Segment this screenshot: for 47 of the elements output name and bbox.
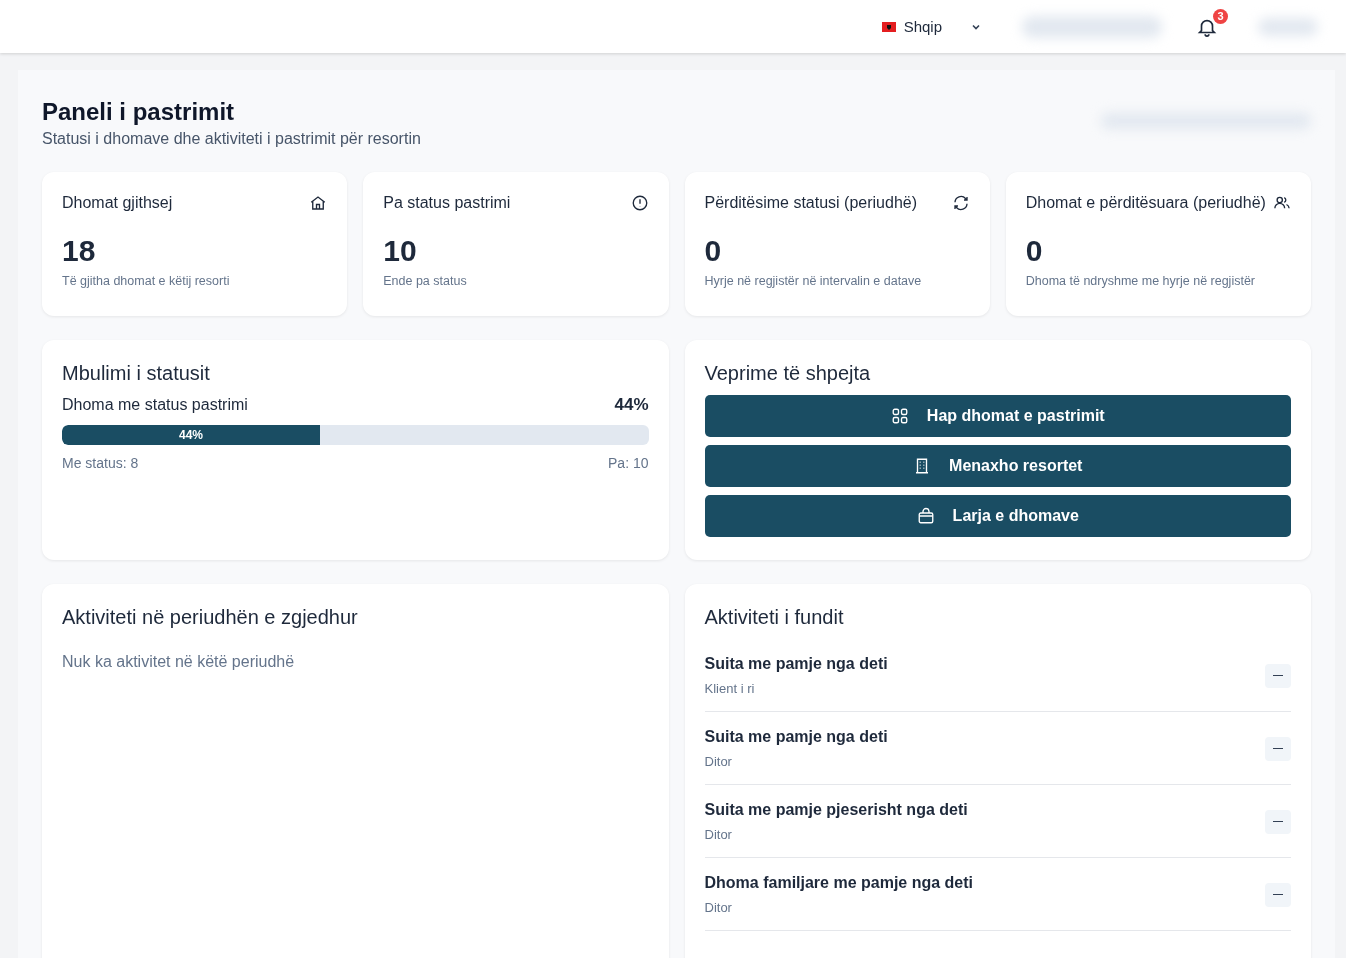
with-status-count: Me status: 8 [62,455,139,471]
activity-room: Suita me pamje nga deti [704,655,888,673]
activity-room: Dhoma familjare me pamje nga deti [704,874,974,892]
activity-detail: Ditor [704,754,733,769]
action-button[interactable]: Menaxho resortet [704,445,1291,487]
stat-note: Të gjitha dhomat e këtij resorti [62,274,231,288]
card-title: Mbulimi i statusit [62,362,211,385]
stat-label: Dhomat e përditësuara (periudhë) [1025,194,1266,212]
coverage-percent: 44% [614,395,649,415]
stat-label: Dhomat gjithsej [62,194,173,212]
action-button[interactable]: Larja e dhomave [704,495,1291,537]
house-icon [309,194,328,212]
stat-label: Përditësime statusi (periudhë) [704,194,918,212]
coverage-label: Dhoma me status pastrimi [62,396,248,414]
stat-value: 0 [1025,234,1044,268]
activity-detail: Ditor [704,827,733,842]
refresh-icon [951,194,970,212]
dash-badge [1265,809,1291,834]
stat-value: 18 [62,234,97,268]
action-button[interactable]: Hap dhomat e pastrimit [704,395,1291,437]
page-subtitle: Statusi i dhomave dhe aktiviteti i pastrimit për resortin [42,130,421,148]
without-status-count: Pa: 10 [608,455,649,471]
alert-circle-icon [630,194,649,212]
dash-badge [1265,882,1291,907]
stat-value: 10 [383,234,418,268]
stat-value: 0 [704,234,723,268]
activity-detail: Ditor [704,900,733,915]
stat-label: Pa status pastrimi [383,194,511,212]
dash-badge [1265,736,1291,761]
activity-room: Suita me pamje pjeserisht nga deti [704,801,968,819]
card-title: Aktiviteti i fundit [704,606,845,629]
dash-badge [1265,663,1291,688]
grid-icon [890,407,909,425]
notification-badge: 3 [1213,8,1228,24]
language-selector[interactable]: Shqip [873,14,990,39]
activity-room: Suita me pamje nga deti [704,728,888,746]
page-title: Paneli i pastrimit [42,97,236,126]
stat-note: Ende pa status [383,274,468,288]
stat-note: Dhoma të ndryshme me hyrje në regjistër [1025,274,1256,288]
empty-message: Nuk ka aktivitet në këtë periudhë [62,653,296,671]
flag-icon [881,21,896,32]
activity-detail: Klient i ri [704,681,756,696]
progress-fill: 44% [62,425,321,445]
shopping-bag-icon [916,507,935,525]
card-title: Aktiviteti në periudhën e zgjedhur [62,606,359,629]
card-title: Veprime të shpejta [704,362,872,385]
stat-note: Hyrje në regjistër në intervalin e datave [704,274,923,288]
